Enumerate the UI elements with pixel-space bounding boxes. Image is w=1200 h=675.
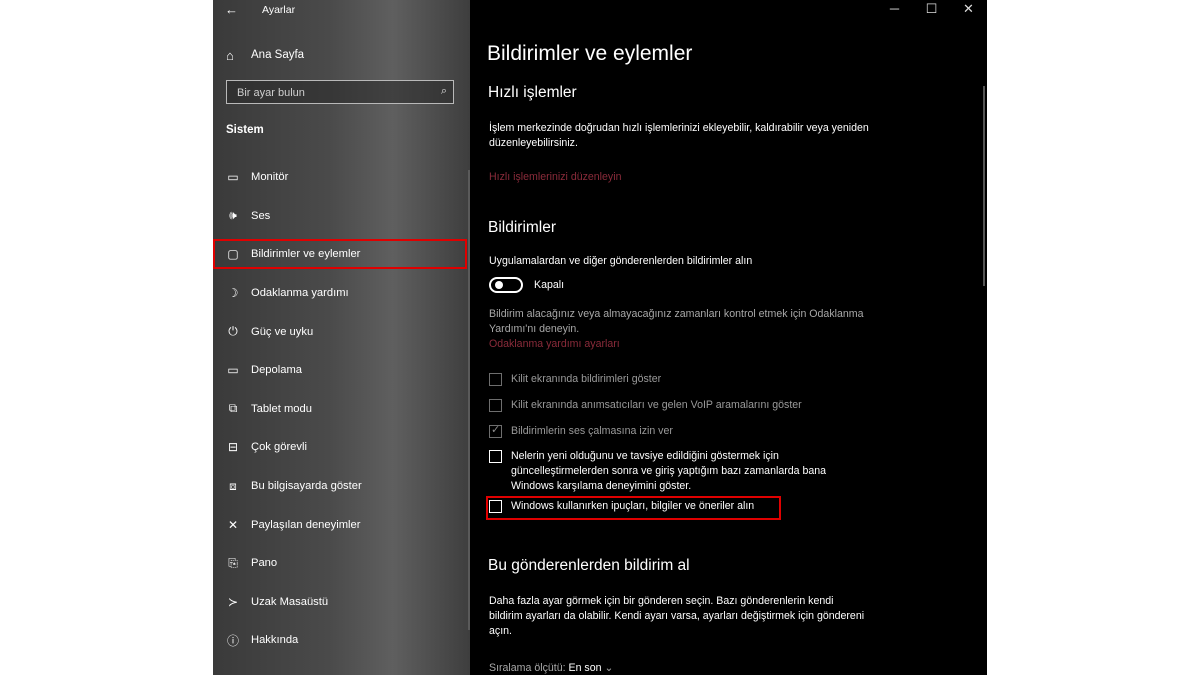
window-controls: ─ ☐ ✕ [876, 0, 987, 20]
project-icon: ⧈ [229, 478, 237, 493]
tablet-icon: ⧉ [228, 401, 238, 416]
sort-by[interactable]: Sıralama ölçütü: En son ⌄ [489, 662, 613, 674]
settings-window: ← Ayarlar ⌂ Ana Sayfa ⌕ Sistem ▭ Monitör… [213, 0, 987, 675]
checkbox-label: Kilit ekranında anımsatıcıları ve gelen … [511, 399, 802, 411]
sidebar-item-label: Depolama [251, 364, 302, 377]
checkbox-lockscreen-notifications[interactable]: Kilit ekranında bildirimleri göster [489, 372, 851, 387]
checkbox-box[interactable] [489, 373, 502, 386]
checkbox-label: Nelerin yeni olduğunu ve tavsiye edildiğ… [511, 450, 827, 492]
remote-desktop-icon: ≻ [227, 594, 239, 609]
sidebar-item-label: Güç ve uyku [251, 325, 314, 338]
sort-label: Sıralama ölçütü: [489, 662, 566, 674]
toggle-state-label: Kapalı [534, 279, 565, 291]
sidebar-item-label: Ses [251, 209, 271, 222]
sidebar-item-label: Uzak Masaüstü [251, 595, 329, 608]
sidebar-item-sound[interactable]: 🕪 Ses [213, 197, 470, 236]
sidebar-item-label: Pano [251, 557, 278, 570]
section-title: Sistem [226, 124, 264, 136]
search-icon[interactable]: ⌕ [441, 85, 447, 98]
quick-actions-heading: Hızlı işlemler [488, 84, 577, 101]
focus-assist-settings-link[interactable]: Odaklanma yardımı ayarları [489, 338, 620, 350]
app-title: Ayarlar [262, 4, 296, 16]
sidebar-item-tablet[interactable]: ⧉ Tablet modu [213, 390, 470, 429]
sort-value[interactable]: En son [569, 662, 602, 674]
sidebar-item-multitasking[interactable]: ⊟ Çok görevli [213, 428, 470, 467]
minimize-icon[interactable]: ─ [876, 0, 913, 20]
notifications-toggle-title: Uygulamalardan ve diğer gönderenlerden b… [489, 255, 753, 267]
notifications-heading: Bildirimler [488, 219, 557, 236]
checkbox-lockscreen-reminders[interactable]: Kilit ekranında anımsatıcıları ve gelen … [489, 398, 851, 413]
info-icon: ⓘ [226, 633, 239, 648]
checkbox-notification-sounds[interactable]: ✓ Bildirimlerin ses çalmasına izin ver [489, 424, 851, 439]
sidebar-item-about[interactable]: ⓘ Hakkında [213, 621, 470, 660]
search-input[interactable] [235, 84, 429, 102]
monitor-icon: ▭ [227, 170, 239, 185]
home-label: Ana Sayfa [251, 49, 305, 61]
senders-heading: Bu gönderenlerden bildirim al [488, 557, 690, 574]
sidebar-item-label: Paylaşılan deneyimler [251, 518, 361, 531]
checkbox-welcome-experience[interactable]: Nelerin yeni olduğunu ve tavsiye edildiğ… [489, 449, 851, 494]
edit-quick-actions-link[interactable]: Hızlı işlemlerinizi düzenleyin [489, 171, 621, 183]
checkbox-box[interactable] [489, 399, 502, 412]
notifications-toggle[interactable] [489, 277, 523, 293]
checkbox-label: Bildirimlerin ses çalmasına izin ver [511, 425, 673, 437]
senders-description: Daha fazla ayar görmek için bir gönderen… [489, 595, 865, 637]
scrollbar[interactable] [983, 86, 985, 286]
sidebar-item-clipboard[interactable]: ⎘ Pano [213, 544, 470, 583]
power-icon: ⏻ [228, 324, 238, 339]
sidebar-item-notifications[interactable]: ▢ Bildirimler ve eylemler [213, 235, 470, 274]
sidebar-item-label: Tablet modu [251, 402, 312, 415]
home-link[interactable]: ⌂ Ana Sayfa [213, 43, 470, 67]
search-box[interactable]: ⌕ [226, 80, 454, 104]
checkmark-icon: ✓ [491, 424, 501, 436]
maximize-icon[interactable]: ☐ [913, 0, 950, 20]
titlebar: ← Ayarlar [213, 0, 470, 20]
quick-actions-description: İşlem merkezinde doğrudan hızlı işlemler… [489, 122, 869, 149]
sidebar-item-storage[interactable]: ▭ Depolama [213, 351, 470, 390]
sidebar-item-remote-desktop[interactable]: ≻ Uzak Masaüstü [213, 583, 470, 622]
back-arrow-icon[interactable]: ← [225, 2, 238, 17]
multitasking-icon: ⊟ [227, 440, 239, 455]
close-icon[interactable]: ✕ [950, 0, 987, 20]
toggle-knob [495, 281, 503, 289]
sidebar-item-label: Bildirimler ve eylemler [251, 248, 361, 261]
moon-icon: ☽ [227, 286, 239, 301]
sidebar-item-label: Bu bilgisayarda göster [251, 480, 362, 493]
notification-icon: ▢ [227, 247, 239, 262]
sidebar-item-label: Monitör [251, 171, 289, 184]
page-title: Bildirimler ve eylemler [487, 42, 693, 65]
clipboard-icon: ⎘ [228, 555, 238, 570]
speaker-icon: 🕪 [229, 208, 237, 223]
checkbox-box[interactable] [489, 450, 502, 463]
sidebar-item-focus-assist[interactable]: ☽ Odaklanma yardımı [213, 274, 470, 313]
highlight-box [486, 496, 781, 520]
shared-icon: ✕ [227, 517, 239, 532]
focus-assist-description: Bildirim alacağınız veya almayacağınız z… [489, 308, 864, 335]
storage-icon: ▭ [227, 363, 239, 378]
sidebar-item-label: Odaklanma yardımı [251, 287, 349, 300]
sidebar-item-shared-experiences[interactable]: ✕ Paylaşılan deneyimler [213, 505, 470, 544]
sidebar-item-monitor[interactable]: ▭ Monitör [213, 158, 470, 197]
sidebar-item-projecting[interactable]: ⧈ Bu bilgisayarda göster [213, 467, 470, 506]
checkbox-label: Kilit ekranında bildirimleri göster [511, 373, 662, 385]
content-pane: ─ ☐ ✕ Bildirimler ve eylemler Hızlı işle… [470, 0, 987, 675]
chevron-down-icon[interactable]: ⌄ [604, 662, 613, 674]
sidebar-item-power[interactable]: ⏻ Güç ve uyku [213, 312, 470, 351]
sidebar-nav: ▭ Monitör 🕪 Ses ▢ Bildirimler ve eylemle… [213, 158, 470, 660]
home-icon: ⌂ [226, 47, 234, 63]
checkbox-box[interactable]: ✓ [489, 424, 502, 438]
sidebar: ← Ayarlar ⌂ Ana Sayfa ⌕ Sistem ▭ Monitör… [213, 0, 470, 675]
sidebar-item-label: Çok görevli [251, 441, 307, 454]
sidebar-item-label: Hakkında [251, 634, 299, 647]
